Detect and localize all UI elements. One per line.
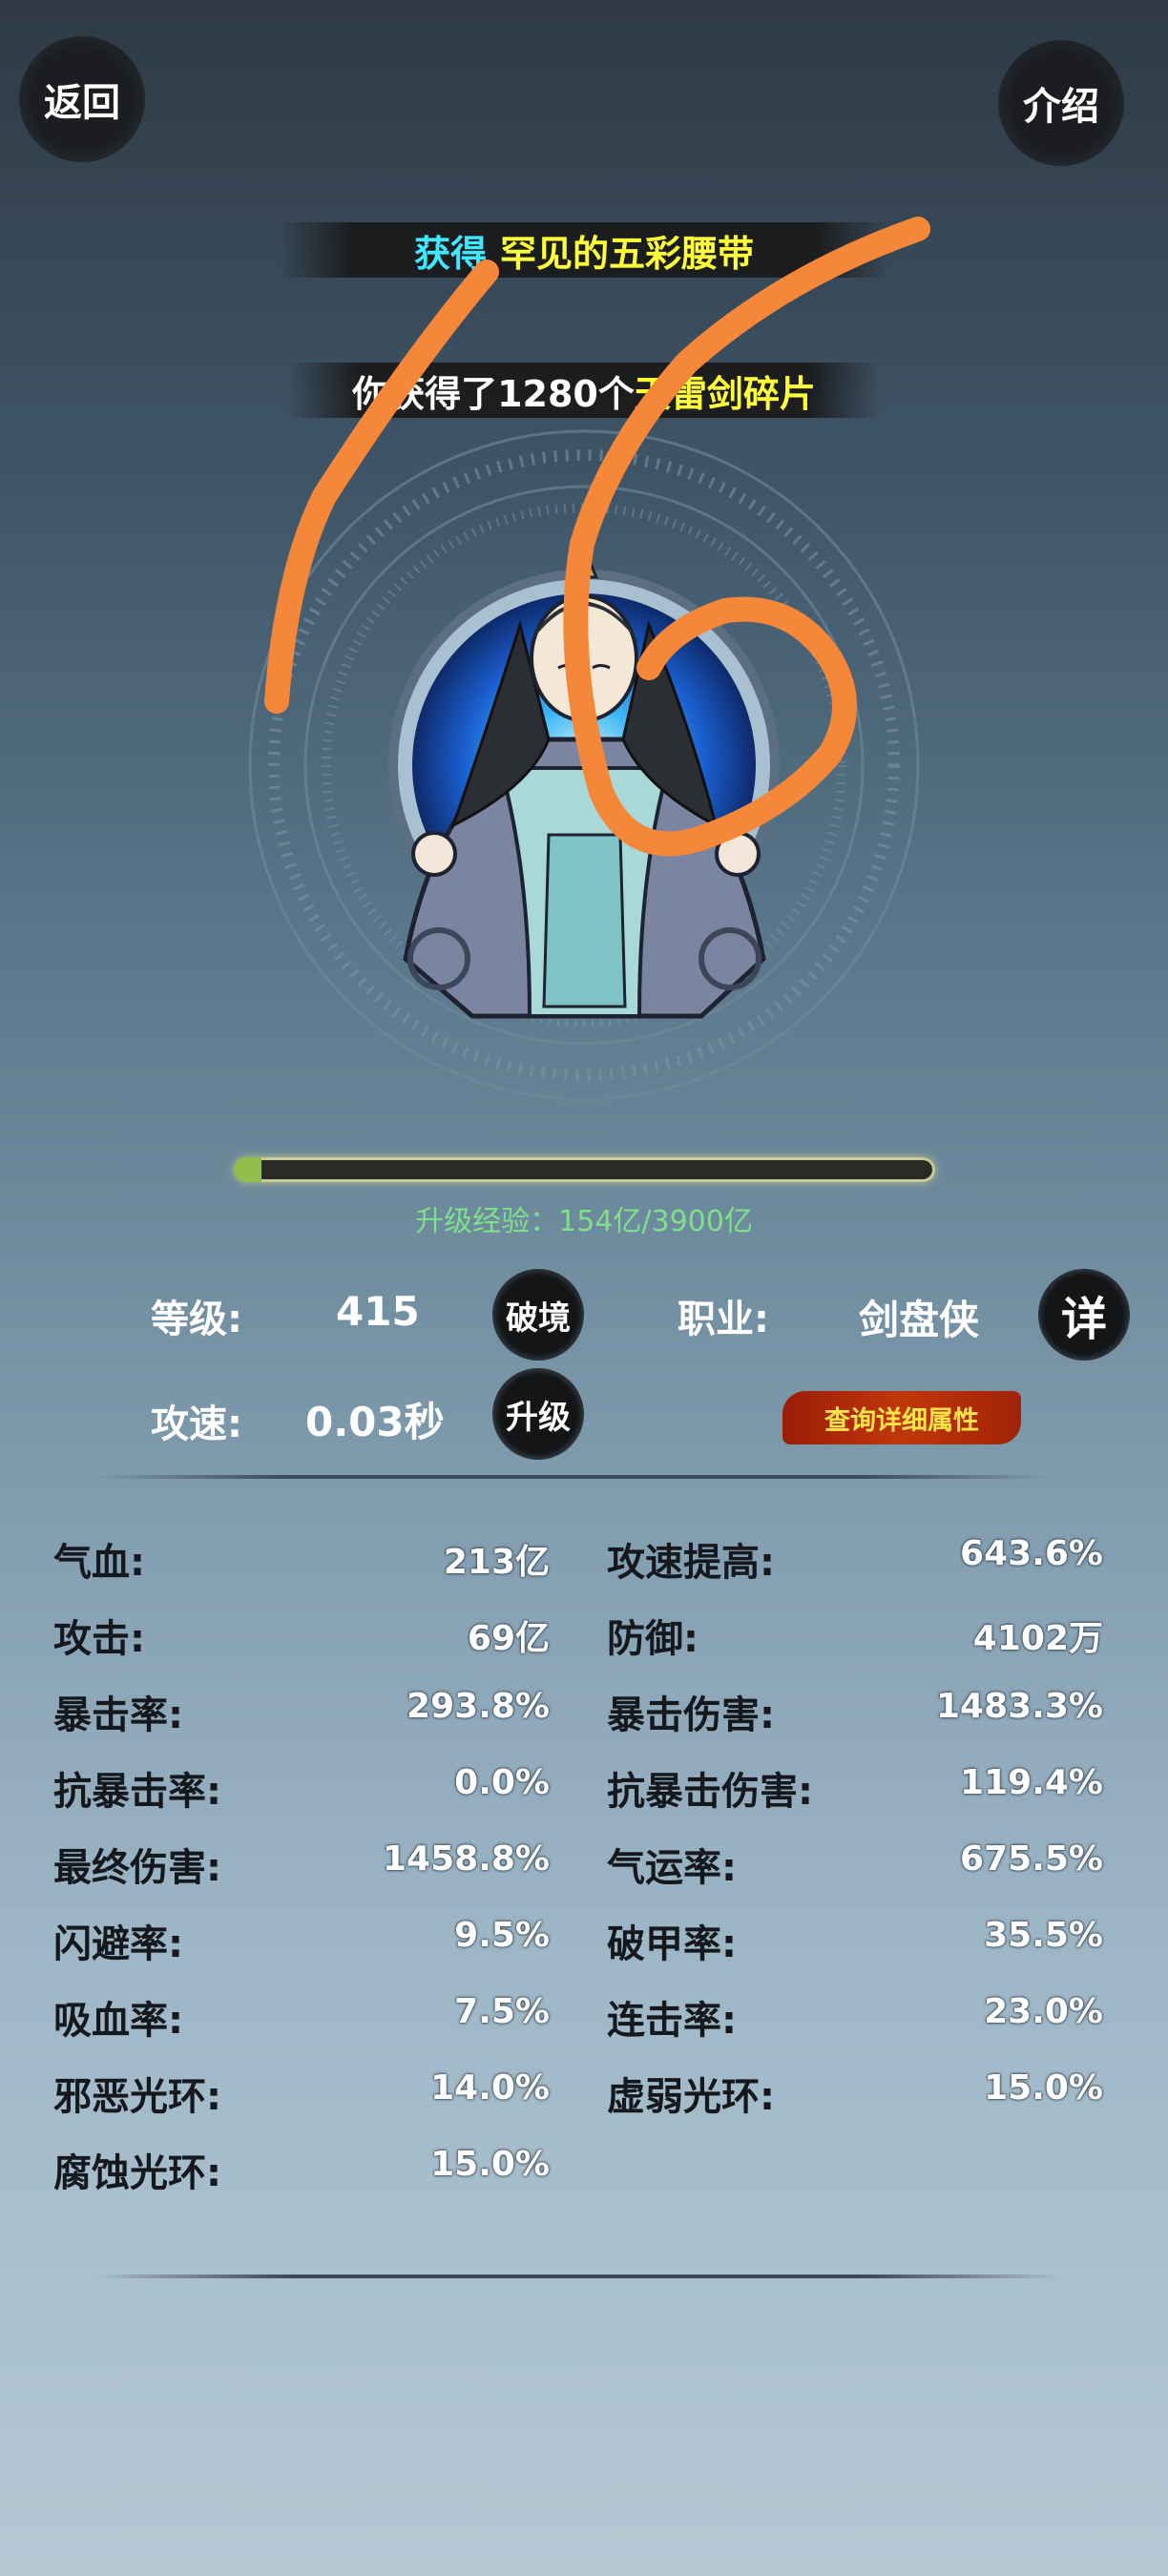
breakthrough-button[interactable]: 破境 bbox=[492, 1269, 584, 1361]
stat-value-attack: 69亿 bbox=[467, 1619, 550, 1658]
query-attributes-button[interactable]: 查询详细属性 bbox=[782, 1391, 1021, 1444]
stat-value-attack-speed-boost: 643.6% bbox=[960, 1534, 1103, 1573]
stat-label-crit-damage: 暴击伤害: bbox=[607, 1693, 775, 1737]
stat-label-crit-resist: 抗暴击率: bbox=[53, 1770, 221, 1814]
upgrade-button[interactable]: 升级 bbox=[492, 1368, 584, 1460]
stat-value-crit-resist: 0.0% bbox=[454, 1763, 550, 1802]
stat-value-corrosion-aura: 15.0% bbox=[430, 2145, 550, 2184]
query-attributes-label: 查询详细属性 bbox=[824, 1405, 979, 1436]
character-portrait[interactable] bbox=[243, 425, 926, 1107]
detail-button[interactable]: 详 bbox=[1038, 1269, 1130, 1361]
stats-bottom-divider bbox=[95, 2275, 1059, 2278]
obtain-banner: 获得 罕见的五彩腰带 bbox=[279, 222, 889, 278]
back-button[interactable]: 返回 bbox=[19, 36, 145, 162]
stat-value-crit-damage-resist: 119.4% bbox=[960, 1763, 1103, 1802]
fragments-prefix: 你获得了1280个 bbox=[352, 372, 635, 415]
obtain-item: 罕见的五彩腰带 bbox=[500, 232, 755, 275]
stat-value-evil-aura: 14.0% bbox=[430, 2068, 550, 2108]
stat-label-corrosion-aura: 腐蚀光环: bbox=[53, 2151, 221, 2195]
stat-label-attack: 攻击: bbox=[53, 1617, 145, 1661]
stat-value-dodge: 9.5% bbox=[454, 1916, 550, 1955]
stat-label-attack-speed-boost: 攻速提高: bbox=[607, 1541, 775, 1585]
intro-button[interactable]: 介绍 bbox=[998, 40, 1124, 166]
stat-value-armor-break: 35.5% bbox=[984, 1916, 1103, 1955]
stat-label-hp: 气血: bbox=[53, 1541, 145, 1585]
detail-button-label: 详 bbox=[1060, 1293, 1107, 1346]
stat-value-luck: 675.5% bbox=[960, 1839, 1103, 1879]
breakthrough-button-label: 破境 bbox=[506, 1298, 571, 1338]
stat-label-final-damage: 最终伤害: bbox=[53, 1846, 221, 1890]
back-button-label: 返回 bbox=[44, 81, 120, 125]
meditating-swordsman-icon bbox=[248, 429, 920, 1101]
fragments-banner: 你获得了1280个 天雷剑碎片 bbox=[288, 363, 880, 418]
stat-value-crit-rate: 293.8% bbox=[407, 1687, 550, 1726]
stat-label-evil-aura: 邪恶光环: bbox=[53, 2075, 221, 2119]
stats-top-divider bbox=[95, 1475, 1050, 1479]
stat-label-luck: 气运率: bbox=[607, 1846, 737, 1890]
experience-bar-fill bbox=[234, 1157, 261, 1182]
intro-button-label: 介绍 bbox=[1023, 85, 1099, 129]
stat-value-combo-rate: 23.0% bbox=[984, 1992, 1103, 2031]
class-label: 职业: bbox=[678, 1298, 769, 1341]
stat-label-combo-rate: 连击率: bbox=[607, 1999, 737, 2043]
stat-value-crit-damage: 1483.3% bbox=[936, 1687, 1103, 1726]
class-value: 剑盘侠 bbox=[859, 1297, 980, 1343]
stat-value-hp: 213亿 bbox=[443, 1543, 550, 1582]
stat-label-crit-rate: 暴击率: bbox=[53, 1693, 183, 1737]
stat-value-lifesteal: 7.5% bbox=[454, 1992, 550, 2031]
obtain-prefix: 获得 bbox=[413, 232, 487, 275]
stat-label-weakness-aura: 虚弱光环: bbox=[607, 2075, 775, 2119]
experience-bar bbox=[234, 1157, 935, 1182]
stat-label-defense: 防御: bbox=[607, 1617, 699, 1661]
stat-value-final-damage: 1458.8% bbox=[383, 1839, 550, 1879]
level-label: 等级: bbox=[151, 1298, 242, 1341]
upgrade-button-label: 升级 bbox=[506, 1398, 571, 1437]
fragments-item: 天雷剑碎片 bbox=[634, 372, 816, 415]
stat-label-crit-damage-resist: 抗暴击伤害: bbox=[607, 1770, 813, 1814]
stat-label-dodge: 闪避率: bbox=[53, 1922, 183, 1966]
attack-speed-value: 0.03秒 bbox=[305, 1399, 445, 1445]
stat-value-weakness-aura: 15.0% bbox=[984, 2068, 1103, 2108]
stat-label-armor-break: 破甲率: bbox=[607, 1922, 737, 1966]
stat-label-lifesteal: 吸血率: bbox=[53, 1999, 183, 2043]
attack-speed-label: 攻速: bbox=[151, 1402, 242, 1446]
level-value: 415 bbox=[336, 1288, 420, 1335]
stat-value-defense: 4102万 bbox=[972, 1619, 1103, 1658]
experience-label: 升级经验：154亿/3900亿 bbox=[415, 1205, 753, 1238]
